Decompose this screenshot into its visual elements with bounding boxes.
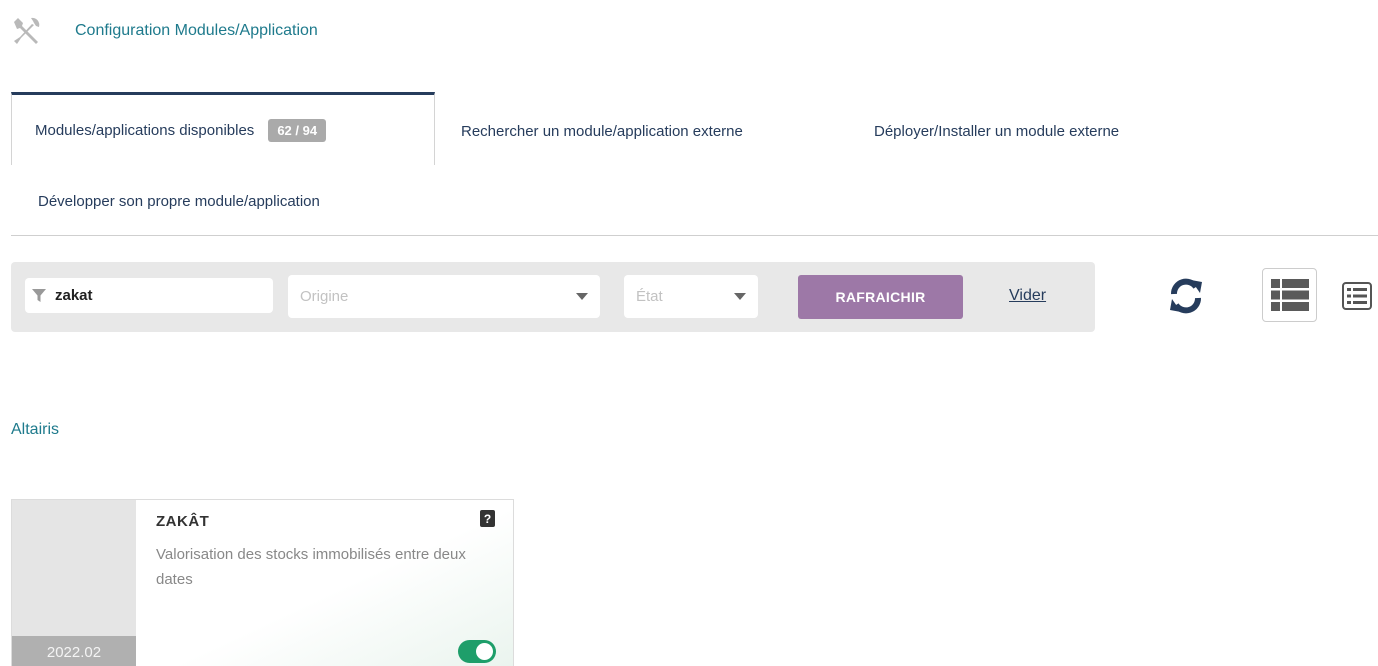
list-view-icon[interactable] <box>1336 276 1378 316</box>
tab-search-external[interactable]: Rechercher un module/application externe <box>461 118 743 144</box>
tools-icon <box>10 14 44 48</box>
filter-icon <box>25 288 53 303</box>
origin-select[interactable]: Origine <box>288 275 600 318</box>
tabs-divider <box>11 235 1378 236</box>
tab-label: Modules/applications disponibles <box>35 121 255 139</box>
reload-icon[interactable] <box>1160 270 1212 322</box>
help-icon[interactable]: ? <box>480 510 495 527</box>
tab-available-modules[interactable]: Modules/applications disponibles 62 / 94 <box>11 92 435 165</box>
tab-deploy-external[interactable]: Déployer/Installer un module externe <box>874 118 1119 144</box>
clear-link[interactable]: Vider <box>1009 287 1046 305</box>
origin-placeholder: Origine <box>300 288 349 305</box>
count-badge: 62 / 94 <box>268 118 327 142</box>
refresh-button[interactable]: RAFRAICHIR <box>798 275 963 319</box>
state-placeholder: État <box>636 288 663 305</box>
filter-bar: zakat Origine État RAFRAICHIR Vider <box>11 262 1095 332</box>
chevron-down-icon <box>734 293 746 300</box>
search-value: zakat <box>55 287 93 304</box>
tab-develop-own[interactable]: Développer son propre module/application <box>38 188 320 214</box>
module-version: 2022.02 <box>12 636 136 666</box>
chevron-down-icon <box>576 293 588 300</box>
module-name: ZAKÂT <box>156 513 210 530</box>
module-enable-toggle[interactable] <box>458 640 496 663</box>
module-card[interactable]: 2022.02 ZAKÂT ? Valorisation des stocks … <box>11 499 514 666</box>
page-header: Configuration Modules/Application <box>10 14 318 48</box>
toggle-knob <box>476 643 493 660</box>
state-select[interactable]: État <box>624 275 758 318</box>
search-input[interactable]: zakat <box>25 278 273 313</box>
group-name: Altairis <box>11 421 60 438</box>
page-title: Configuration Modules/Application <box>75 22 318 39</box>
kanban-view-icon[interactable] <box>1262 268 1317 322</box>
module-description: Valorisation des stocks immobilisés entr… <box>156 546 466 588</box>
